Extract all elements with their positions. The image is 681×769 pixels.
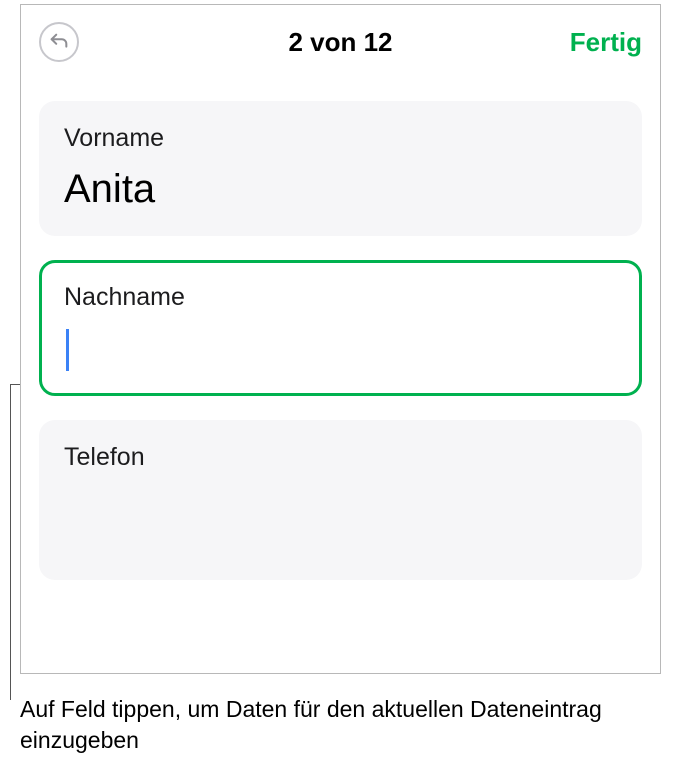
field-value-telefon[interactable] [64,486,617,530]
device-frame: 2 von 12 Fertig Vorname Anita Nachname T… [20,4,661,674]
field-label-telefon: Telefon [64,443,617,472]
field-telefon[interactable]: Telefon [39,420,642,580]
field-vorname[interactable]: Vorname Anita [39,101,642,236]
form-container: Vorname Anita Nachname Telefon [21,79,660,580]
callout-connector [10,384,11,700]
callout-connector-h [10,384,20,385]
header: 2 von 12 Fertig [21,5,660,79]
back-button[interactable] [39,22,79,62]
field-nachname[interactable]: Nachname [39,260,642,396]
text-cursor [66,329,69,371]
field-label-vorname: Vorname [64,124,617,153]
caption-text: Auf Feld tippen, um Daten für den aktuel… [20,694,620,756]
field-value-nachname[interactable] [64,326,617,371]
page-counter: 2 von 12 [288,27,392,58]
field-label-nachname: Nachname [64,283,617,312]
done-button[interactable]: Fertig [570,27,642,58]
undo-icon [48,31,70,53]
field-value-vorname[interactable]: Anita [64,167,617,211]
